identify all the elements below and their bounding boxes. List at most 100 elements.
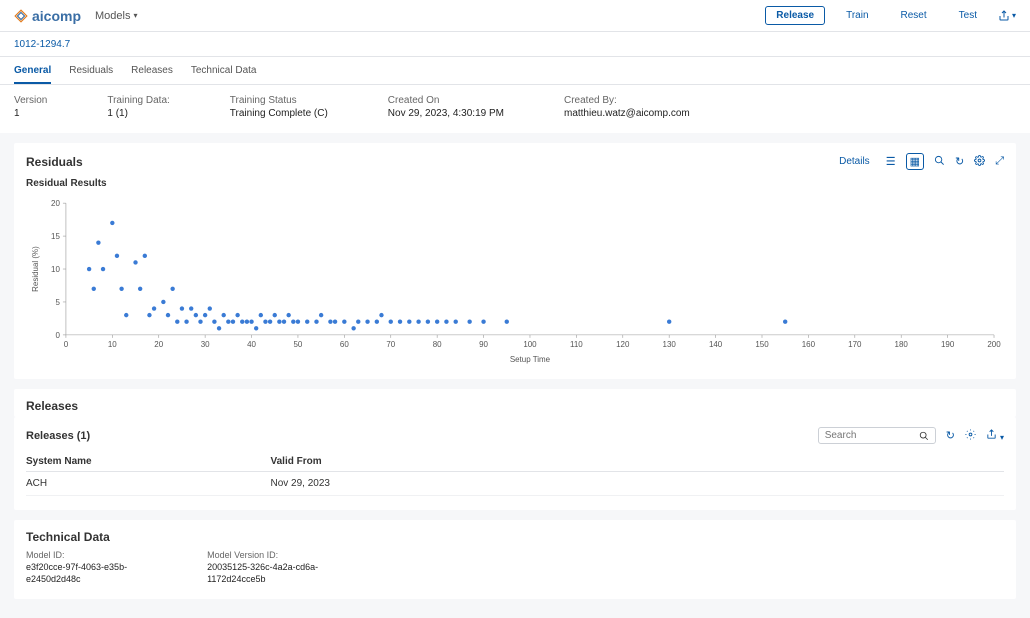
train-button[interactable]: Train [835,6,879,25]
svg-text:50: 50 [294,340,303,349]
technical-panel: Technical Data Model ID: e3f20cce-97f-40… [14,520,1016,599]
col-valid[interactable]: Valid From [271,452,1005,472]
general-info: Version 1 Training Data: 1 (1) Training … [0,85,1030,133]
scatter-chart: 0510152001020304050607080901001101201301… [26,195,1004,365]
svg-text:110: 110 [570,340,583,349]
svg-text:180: 180 [895,340,909,349]
releases-tools: ↻ ▾ [818,427,1004,444]
svg-text:0: 0 [55,331,60,340]
info-created-on: Created On Nov 29, 2023, 4:30:19 PM [388,95,504,119]
releases-search[interactable] [818,427,936,444]
info-created-on-value: Nov 29, 2023, 4:30:19 PM [388,108,504,119]
info-training-data: Training Data: 1 (1) [107,95,169,119]
tech-model-id-value-1: e3f20cce-97f-4063-e35b- [26,562,127,574]
releases-section-title: Releases [26,399,1004,413]
test-button[interactable]: Test [948,6,988,25]
info-version-label: Version [14,95,47,106]
topbar: aicomp Models ▾ Release Train Reset Test… [0,0,1030,32]
svg-text:20: 20 [154,340,163,349]
nav-models[interactable]: Models ▾ [95,10,137,22]
svg-text:80: 80 [433,340,442,349]
releases-gear-icon[interactable] [965,429,976,443]
reset-button[interactable]: Reset [890,6,938,25]
svg-text:0: 0 [64,340,69,349]
logo-text: aicomp [32,8,81,24]
info-created-by-label: Created By: [564,95,690,106]
info-training-data-label: Training Data: [107,95,169,106]
info-training-data-value: 1 (1) [107,108,169,119]
svg-text:150: 150 [755,340,769,349]
zoom-icon[interactable] [934,155,945,169]
tab-technical[interactable]: Technical Data [191,65,257,84]
brand-area: aicomp Models ▾ [14,8,138,24]
residuals-panel: Residuals Details ☰ ▦ ↻ ⤢ Residual Resul… [14,143,1016,379]
svg-text:160: 160 [802,340,816,349]
logo[interactable]: aicomp [14,8,81,24]
nav-models-label: Models [95,10,130,22]
tech-model-id: Model ID: e3f20cce-97f-4063-e35b- e2450d… [26,550,127,585]
chevron-down-icon: ▾ [133,11,137,20]
releases-export-icon[interactable]: ▾ [986,429,1004,443]
info-status-label: Training Status [230,95,328,106]
info-status-value: Training Complete (C) [230,108,328,119]
svg-text:60: 60 [340,340,349,349]
releases-refresh-icon[interactable]: ↻ [946,429,955,442]
tab-releases[interactable]: Releases [131,65,173,84]
tab-residuals[interactable]: Residuals [69,65,113,84]
tab-general[interactable]: General [14,65,51,84]
svg-text:70: 70 [386,340,395,349]
releases-section: Releases [14,389,1016,417]
tabs: General Residuals Releases Technical Dat… [0,57,1030,85]
svg-text:170: 170 [848,340,862,349]
breadcrumb[interactable]: 1012-1294.7 [14,39,70,50]
svg-text:5: 5 [55,298,60,307]
residuals-title: Residuals [26,155,83,169]
svg-text:Setup Time: Setup Time [510,355,551,364]
breadcrumb-bar: 1012-1294.7 [0,32,1030,57]
residuals-chart: 0510152001020304050607080901001101201301… [26,195,1004,365]
info-version-value: 1 [14,108,47,119]
tech-model-id-label: Model ID: [26,550,127,560]
svg-text:190: 190 [941,340,955,349]
info-created-by: Created By: matthieu.watz@aicomp.com [564,95,690,119]
svg-text:30: 30 [201,340,210,349]
card-view-icon[interactable]: ▦ [906,153,924,170]
svg-text:Residual (%): Residual (%) [31,246,40,292]
tech-version-id: Model Version ID: 20035125-326c-4a2a-cd6… [207,550,318,585]
details-link[interactable]: Details [839,156,870,167]
list-view-icon[interactable]: ☰ [886,155,896,168]
svg-text:200: 200 [987,340,1001,349]
releases-table: System Name Valid From ACH Nov 29, 2023 [26,452,1004,496]
svg-text:10: 10 [108,340,117,349]
release-button[interactable]: Release [765,6,825,25]
svg-text:10: 10 [51,265,60,274]
top-actions: Release Train Reset Test ▾ [765,6,1016,25]
svg-text:100: 100 [523,340,537,349]
col-system[interactable]: System Name [26,452,271,472]
info-version: Version 1 [14,95,47,119]
info-status: Training Status Training Complete (C) [230,95,328,119]
search-input[interactable] [825,430,915,441]
gear-icon[interactable] [974,155,985,169]
technical-title: Technical Data [26,530,1004,544]
table-row[interactable]: ACH Nov 29, 2023 [26,472,1004,496]
tech-version-id-value-1: 20035125-326c-4a2a-cd6a- [207,562,318,574]
svg-text:15: 15 [51,232,60,241]
info-created-by-value: matthieu.watz@aicomp.com [564,108,690,119]
info-created-on-label: Created On [388,95,504,106]
residuals-subtitle: Residual Results [26,178,1004,189]
share-icon[interactable]: ▾ [998,10,1016,22]
tech-model-id-value-2: e2450d2d48c [26,574,127,586]
residuals-tools: Details ☰ ▦ ↻ ⤢ [839,153,1004,170]
releases-title: Releases (1) [26,430,90,442]
search-icon [919,431,929,441]
refresh-icon[interactable]: ↻ [955,155,964,168]
svg-text:140: 140 [709,340,723,349]
svg-text:130: 130 [663,340,677,349]
svg-text:90: 90 [479,340,488,349]
cell-system: ACH [26,472,271,496]
expand-icon[interactable]: ⤢ [995,155,1004,168]
svg-text:120: 120 [616,340,630,349]
logo-icon [14,9,28,23]
releases-panel: Releases (1) ↻ ▾ System Name [14,417,1016,510]
